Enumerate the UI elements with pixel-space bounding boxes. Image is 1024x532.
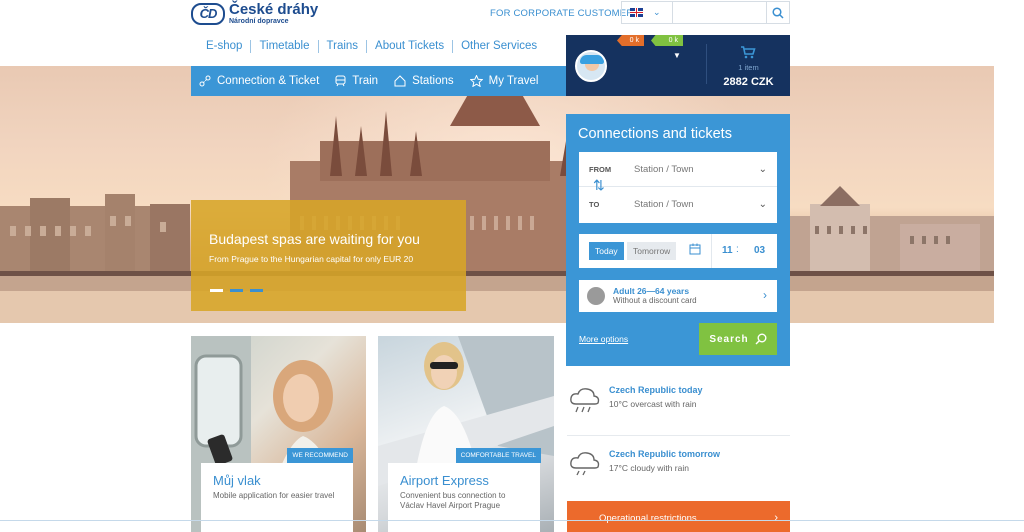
booking-title: Connections and tickets [578, 126, 732, 142]
promo-banner[interactable]: Budapest spas are waiting for you From P… [191, 200, 466, 311]
caret-down-icon[interactable]: ▼ [673, 51, 681, 60]
subnav-about-tickets[interactable]: About Tickets [367, 40, 454, 53]
card-description: Mobile application for easier travel [213, 491, 335, 500]
time-separator: : [736, 244, 739, 255]
main-nav: Connection & Ticket Train Stations My Tr… [191, 66, 566, 96]
promo-dot-2[interactable] [230, 289, 243, 292]
search-connections-button[interactable]: Search [699, 323, 777, 355]
search-icon [772, 6, 784, 19]
chevron-down-icon: ⌄ [653, 7, 661, 17]
to-label: TO [589, 200, 600, 209]
cart-item-count: 1 item [738, 63, 759, 72]
booking-panel: Connections and tickets FROM Station / T… [566, 114, 790, 366]
page: ČD České dráhy Národní dopravce FOR CORP… [0, 0, 1024, 532]
bottom-divider [0, 520, 1024, 521]
card-tag: COMFORTABLE TRAVEL [455, 448, 541, 463]
weather-tomorrow[interactable]: Czech Republic tomorrow 17°C cloudy with… [567, 440, 790, 500]
swap-stations-icon[interactable]: ⇅ [593, 178, 605, 192]
subnav-other-services[interactable]: Other Services [453, 40, 545, 53]
cd-logo-icon: ČD [191, 2, 225, 25]
parliament-skyline [0, 66, 994, 323]
search-button-label: Search [709, 333, 749, 345]
connection-icon [199, 75, 211, 87]
passenger-type: Adult 26—64 years [613, 286, 690, 296]
weather-today[interactable]: Czech Republic today 10°C overcast with … [567, 376, 790, 436]
minute-field[interactable]: 03 [754, 245, 765, 256]
hero-image [0, 66, 994, 323]
weather-text: 10°C overcast with rain [609, 399, 697, 409]
subnav-trains[interactable]: Trains [319, 40, 368, 53]
chevron-right-icon: › [774, 512, 778, 524]
search-button[interactable] [766, 2, 789, 23]
restrictions-label: Operational restrictions [599, 513, 697, 524]
rain-cloud-icon [570, 452, 600, 476]
nav-my-travel[interactable]: My Travel [462, 75, 547, 87]
promo-dot-1[interactable] [210, 289, 223, 292]
card-content: Můj vlak Mobile application for easier t… [201, 463, 353, 532]
promo-dot-3[interactable] [250, 289, 263, 292]
date-time-box: Today Tomorrow 11 : 03 [579, 234, 777, 268]
points-green-badge: 0 k [651, 35, 683, 46]
search-icon [755, 333, 767, 345]
nav-connection-ticket[interactable]: Connection & Ticket [191, 75, 327, 87]
weather-title: Czech Republic tomorrow [609, 449, 721, 459]
logo-subtitle: Národní dopravce [229, 18, 289, 25]
chevron-right-icon: › [763, 288, 767, 302]
subnav-timetable[interactable]: Timetable [251, 40, 319, 53]
language-selector[interactable]: ⌄ [621, 1, 673, 24]
hour-field[interactable]: 11 [722, 245, 733, 256]
promo-pager [210, 289, 263, 292]
search-input[interactable] [673, 2, 767, 23]
tomorrow-button[interactable]: Tomorrow [627, 242, 677, 260]
divider [711, 234, 712, 268]
cart-total[interactable]: 2882 CZK [707, 76, 790, 88]
card-muj-vlak[interactable]: WE RECOMMEND Můj vlak Mobile application… [191, 336, 366, 532]
to-placeholder: Station / Town [634, 199, 694, 210]
corporate-customers-link[interactable]: FOR CORPORATE CUSTOMERS [490, 8, 640, 19]
card-tag: WE RECOMMEND [287, 448, 353, 463]
calendar-icon[interactable] [689, 243, 701, 255]
station-icon [394, 75, 406, 87]
card-airport-express[interactable]: COMFORTABLE TRAVEL Airport Express Conve… [378, 336, 554, 532]
header-search [673, 1, 790, 24]
rain-cloud-icon [570, 388, 600, 413]
operational-restrictions-button[interactable]: Operational restrictions › [567, 501, 790, 532]
cd-logo[interactable]: ČD České dráhy Národní dopravce [191, 2, 318, 25]
from-field[interactable]: FROM Station / Town ⌄ [579, 152, 777, 187]
secondary-nav: E-shop Timetable Trains About Tickets Ot… [198, 40, 545, 53]
nav-connection-ticket-label: Connection & Ticket [217, 75, 320, 87]
nav-train-label: Train [352, 75, 379, 87]
star-icon [469, 75, 483, 87]
passenger-discount: Without a discount card [613, 296, 697, 305]
nav-stations-label: Stations [412, 75, 454, 87]
cart-icon[interactable] [740, 45, 756, 59]
to-field[interactable]: TO Station / Town ⌄ [579, 187, 777, 222]
today-button[interactable]: Today [589, 242, 624, 260]
promo-subtitle: From Prague to the Hungarian capital for… [209, 254, 414, 264]
from-placeholder: Station / Town [634, 163, 694, 175]
weather-text: 17°C cloudy with rain [609, 463, 689, 473]
nav-train[interactable]: Train [327, 75, 386, 87]
promo-title: Budapest spas are waiting for you [209, 231, 420, 247]
card-title: Můj vlak [213, 473, 261, 488]
route-box: FROM Station / Town ⌄ TO Station / Town … [579, 152, 777, 223]
train-icon [335, 75, 346, 87]
passenger-avatar-icon [587, 287, 605, 305]
passenger-selector[interactable]: Adult 26—64 years Without a discount car… [579, 280, 777, 312]
nav-stations[interactable]: Stations [386, 75, 462, 87]
card-description: Convenient bus connection to Václav Have… [400, 491, 506, 510]
logo-name: České dráhy [229, 1, 319, 18]
uk-flag-icon [630, 8, 643, 17]
chevron-down-icon: ⌄ [758, 199, 767, 210]
card-content: Airport Express Convenient bus connectio… [388, 463, 540, 532]
points-orange-badge: 0 k [617, 35, 644, 46]
card-title: Airport Express [400, 473, 489, 488]
avatar[interactable] [575, 50, 607, 82]
weather-title: Czech Republic today [609, 385, 703, 395]
more-options-link[interactable]: More options [579, 334, 628, 344]
subnav-eshop[interactable]: E-shop [198, 40, 252, 53]
from-label: FROM [589, 164, 612, 174]
nav-my-travel-label: My Travel [488, 75, 539, 87]
chevron-down-icon: ⌄ [758, 163, 767, 175]
